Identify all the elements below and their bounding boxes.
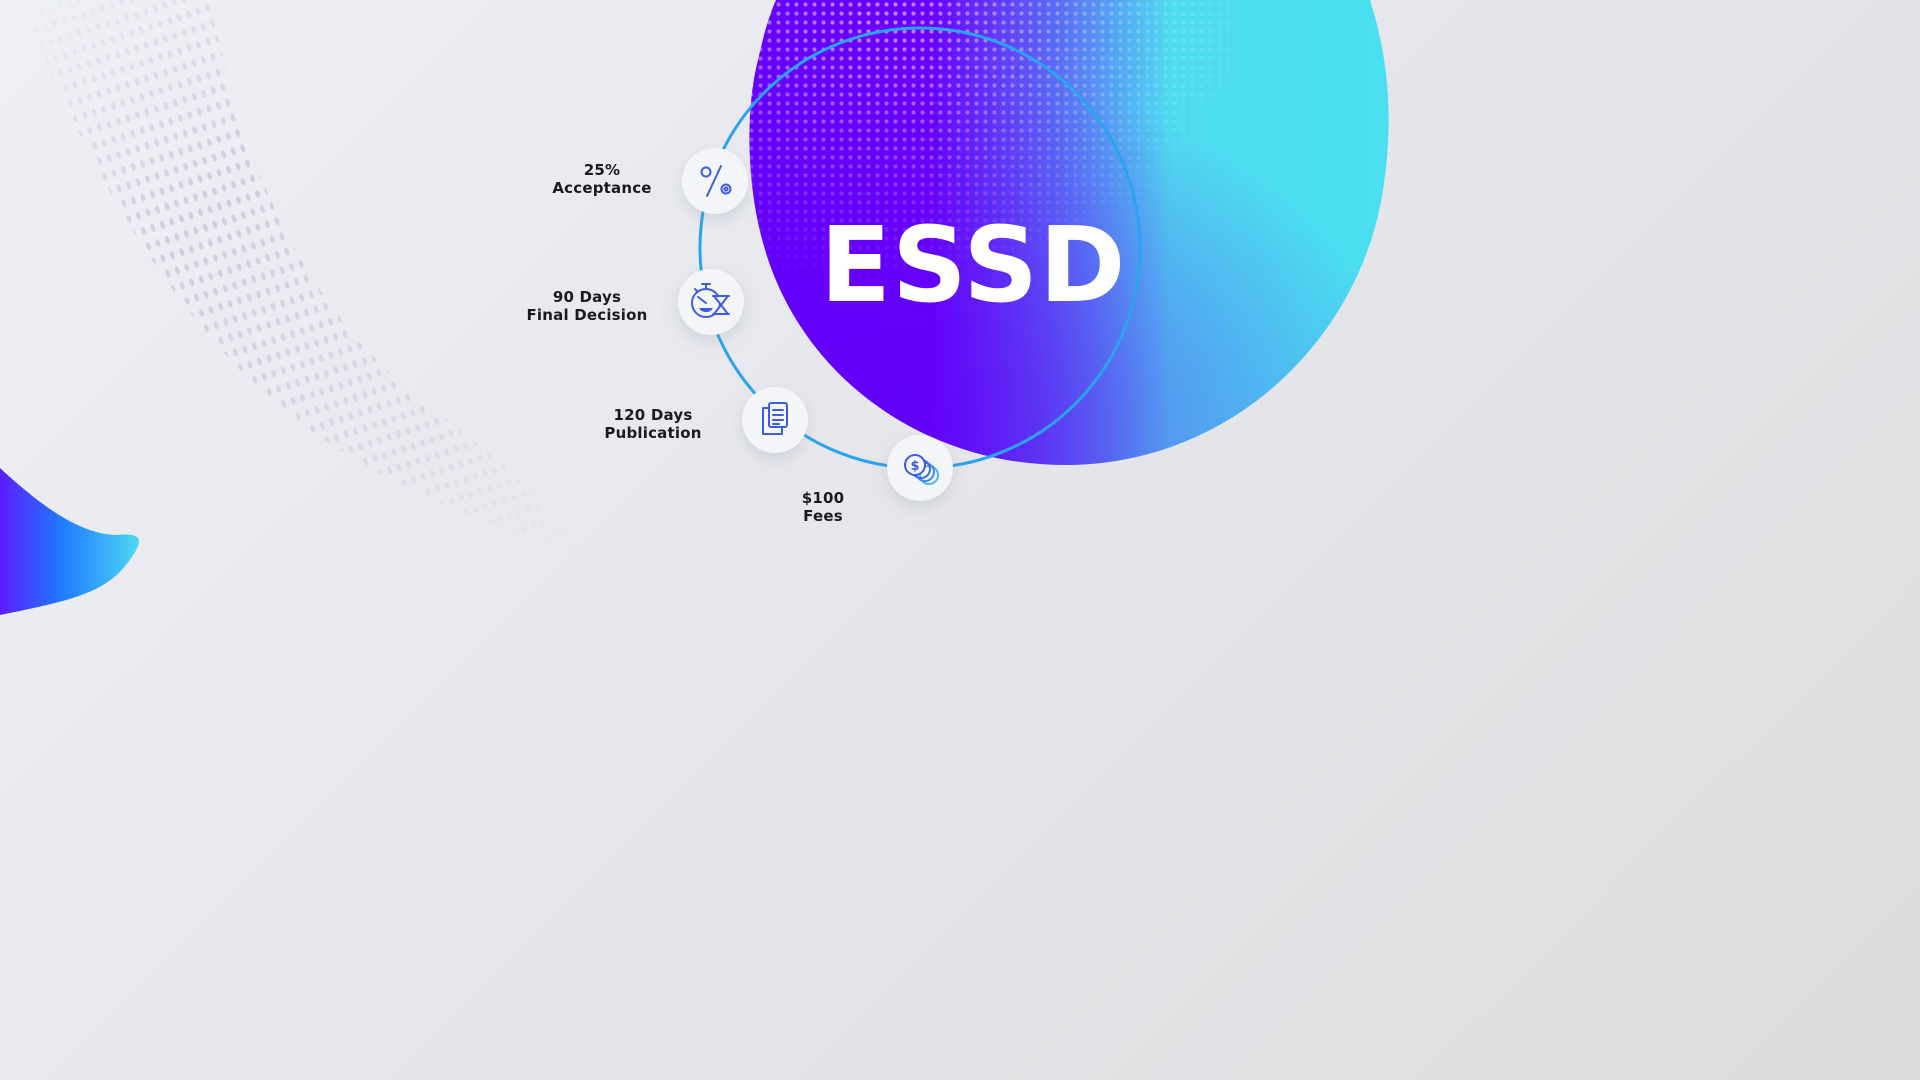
documents-badge	[742, 387, 808, 453]
stat-acceptance: 25% Acceptance	[512, 161, 692, 197]
stat-fees: $100 Fees	[733, 489, 913, 525]
stat-publication-label: Publication	[604, 424, 702, 442]
stat-fees-value: $100	[801, 489, 845, 507]
stat-publication-value: 120 Days	[613, 406, 693, 424]
stat-final-decision-label: Final Decision	[526, 306, 648, 324]
stat-acceptance-label: Acceptance	[552, 179, 652, 197]
stopwatch-badge	[678, 269, 744, 335]
stat-publication: 120 Days Publication	[563, 406, 743, 442]
stat-final-decision-value: 90 Days	[552, 288, 622, 306]
stat-fees-label: Fees	[803, 507, 843, 525]
brand-title: ESSD	[820, 204, 1127, 326]
svg-text:$: $	[910, 459, 919, 474]
stat-acceptance-value: 25%	[583, 161, 621, 179]
stat-final-decision: 90 Days Final Decision	[497, 288, 677, 324]
icon-badges: $	[678, 148, 953, 501]
